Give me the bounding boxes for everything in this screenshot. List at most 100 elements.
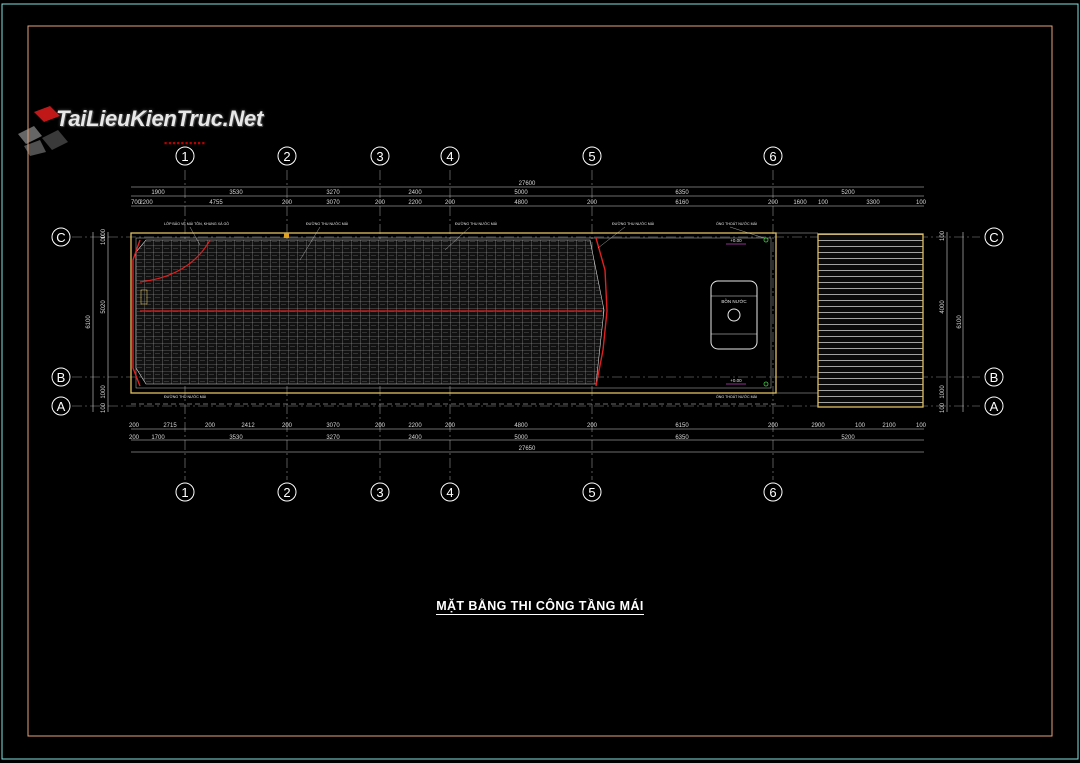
svg-text:200: 200	[129, 435, 140, 441]
svg-text:100: 100	[101, 402, 107, 413]
svg-text:6160: 6160	[675, 200, 689, 206]
svg-text:1600: 1600	[793, 200, 807, 206]
svg-text:2400: 2400	[408, 190, 422, 196]
svg-text:4800: 4800	[514, 423, 528, 429]
level-top: +0.00	[730, 238, 742, 243]
level-bottom: +0.00	[730, 378, 742, 383]
note-7: ĐƯỜNG THU NƯỚC MÁI	[164, 394, 206, 399]
svg-text:3300: 3300	[866, 200, 880, 206]
grid-label-left-b: B	[57, 370, 66, 385]
svg-text:6100: 6100	[957, 315, 963, 329]
grid-label-left-c: C	[56, 230, 65, 245]
grid-label-bottom-6: 6	[769, 485, 776, 500]
drain-bottom-icon	[763, 381, 769, 387]
svg-text:4800: 4800	[514, 200, 528, 206]
grid-label-top-3: 3	[376, 149, 383, 164]
grid-bubbles-bottom: 1 2 3 4 5 6	[175, 482, 783, 502]
svg-text:6350: 6350	[675, 190, 689, 196]
svg-text:2100: 2100	[882, 423, 896, 429]
svg-text:100: 100	[101, 228, 107, 239]
svg-text:6100: 6100	[86, 315, 92, 329]
svg-text:200: 200	[129, 423, 140, 429]
svg-text:100: 100	[916, 423, 927, 429]
grid-label-bottom-4: 4	[446, 485, 453, 500]
svg-text:2200: 2200	[408, 423, 422, 429]
svg-text:200: 200	[587, 200, 598, 206]
tank-label: BỒN NƯỚC	[721, 298, 747, 304]
svg-text:200: 200	[375, 200, 386, 206]
svg-text:100: 100	[940, 402, 946, 413]
note-5: ỐNG THOÁT NƯỚC MÁI	[716, 221, 757, 226]
svg-text:4755: 4755	[209, 200, 223, 206]
grid-label-bottom-1: 1	[181, 485, 188, 500]
svg-text:1000: 1000	[940, 385, 946, 399]
svg-text:2400: 2400	[408, 435, 422, 441]
svg-text:1700: 1700	[151, 435, 165, 441]
grid-label-top-2: 2	[283, 149, 290, 164]
svg-text:200: 200	[587, 423, 598, 429]
grid-label-bottom-5: 5	[588, 485, 595, 500]
grid-label-left-a: A	[57, 399, 66, 414]
note-6: ỐNG THOÁT NƯỚC MÁI	[716, 394, 757, 399]
grid-label-right-c: C	[989, 230, 998, 245]
note-2: ĐƯỜNG THU NƯỚC MÁI	[306, 221, 348, 226]
drain-top-icon	[763, 237, 769, 243]
svg-text:200: 200	[768, 200, 779, 206]
svg-text:5200: 5200	[841, 435, 855, 441]
grid-label-top-4: 4	[446, 149, 453, 164]
svg-text:6150: 6150	[675, 423, 689, 429]
svg-text:1900: 1900	[151, 190, 165, 196]
tiled-roof	[135, 239, 605, 385]
svg-text:3270: 3270	[326, 435, 340, 441]
svg-text:100: 100	[818, 200, 829, 206]
drawing-title-text: MẶT BẰNG THI CÔNG TẦNG MÁI	[436, 599, 644, 615]
roof-plan-drawing: 1 2 3 4 5 6 1 2 3 4 5 6 C B A C B A 2760…	[1, 3, 1079, 760]
grid-label-top-1: 1	[181, 149, 188, 164]
dimension-text-bottom: 200 2715 200 2412 200 3070 200 2200 200 …	[129, 423, 927, 452]
svg-text:3530: 3530	[229, 190, 243, 196]
svg-text:3530: 3530	[229, 435, 243, 441]
note-3: ĐƯỜNG THU NƯỚC MÁI	[455, 221, 497, 226]
svg-text:100: 100	[855, 423, 866, 429]
svg-text:27600: 27600	[519, 181, 536, 187]
svg-text:5200: 5200	[841, 190, 855, 196]
svg-text:200: 200	[282, 200, 293, 206]
svg-text:3070: 3070	[326, 423, 340, 429]
svg-text:200: 200	[375, 423, 386, 429]
svg-text:4000: 4000	[940, 300, 946, 314]
svg-text:2900: 2900	[811, 423, 825, 429]
svg-text:3070: 3070	[326, 200, 340, 206]
svg-text:2200: 2200	[408, 200, 422, 206]
svg-text:200: 200	[445, 423, 456, 429]
note-1: LỚP BẢO VỆ MÁI TÔN, KHUNG XÀ GỒ	[164, 221, 229, 226]
grid-label-bottom-2: 2	[283, 485, 290, 500]
svg-text:6350: 6350	[675, 435, 689, 441]
grid-label-right-b: B	[990, 370, 999, 385]
svg-text:27650: 27650	[519, 446, 536, 452]
stair-roof-block	[817, 233, 924, 408]
grid-label-right-a: A	[990, 399, 999, 414]
svg-text:2200: 2200	[139, 200, 153, 206]
level-markers: +0.00 +0.00	[726, 237, 769, 387]
grid-label-top-6: 6	[769, 149, 776, 164]
svg-text:5000: 5000	[514, 190, 528, 196]
dimension-text-top: 27600 1900 3530 3270 2400 5000 6350 5200…	[131, 181, 927, 206]
column-marker	[284, 233, 289, 238]
svg-text:200: 200	[445, 200, 456, 206]
svg-text:200: 200	[768, 423, 779, 429]
svg-text:2715: 2715	[163, 423, 177, 429]
svg-text:5020: 5020	[101, 300, 107, 314]
svg-text:3270: 3270	[326, 190, 340, 196]
svg-text:100: 100	[916, 200, 927, 206]
svg-text:5000: 5000	[514, 435, 528, 441]
grid-bubbles-top: 1 2 3 4 5 6	[175, 146, 783, 166]
grid-label-bottom-3: 3	[376, 485, 383, 500]
svg-text:200: 200	[205, 423, 216, 429]
svg-text:200: 200	[282, 423, 293, 429]
svg-text:100: 100	[940, 230, 946, 241]
grid-label-top-5: 5	[588, 149, 595, 164]
water-tank: BỒN NƯỚC	[710, 280, 758, 350]
note-4: ĐƯỜNG THU NƯỚC MÁI	[612, 221, 654, 226]
drawing-title: MẶT BẰNG THI CÔNG TẦNG MÁI	[0, 597, 1080, 615]
svg-text:1000: 1000	[101, 385, 107, 399]
